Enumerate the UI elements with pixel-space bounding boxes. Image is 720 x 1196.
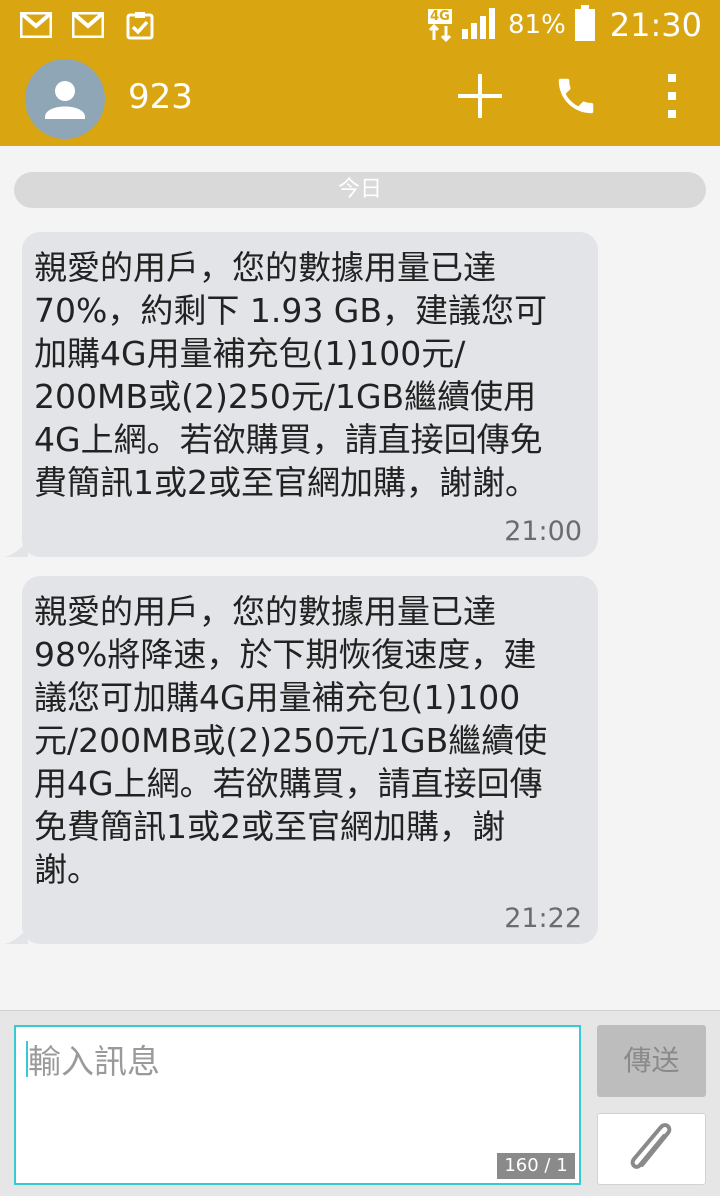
message-bubble[interactable]: 親愛的用戶，您的數據用量已達 70%，約剩下 1.93 GB，建議您可 加購4G… [4,232,598,557]
signal-icon [460,7,500,43]
bubble-tail [4,541,28,557]
more-vert-icon [666,72,678,124]
battery-icon [574,5,596,45]
system-status: 4G 81% 21:30 [428,4,702,46]
status-time: 21:30 [609,6,702,44]
message-input-placeholder: 輸入訊息 [28,1042,160,1081]
attach-button[interactable] [597,1113,706,1185]
paperclip-icon [622,1119,682,1179]
add-icon [455,71,505,125]
clipboard-check-icon [124,10,156,40]
gmail-icon [72,10,104,40]
battery-percent: 81% [507,10,566,40]
call-button[interactable] [548,70,604,126]
more-options-button[interactable] [644,70,700,126]
character-counter: 160 / 1 [497,1153,575,1179]
network-4g-icon: 4G [428,8,452,42]
message-input[interactable]: 輸入訊息 160 / 1 [14,1025,581,1185]
phone-icon [553,73,599,123]
message-bubble[interactable]: 親愛的用戶，您的數據用量已達 98%將降速，於下期恢復速度，建 議您可加購4G用… [4,576,598,944]
app-bar: 923 [0,50,720,146]
avatar-person-icon[interactable] [25,59,105,139]
notification-icons [20,10,156,40]
send-button[interactable]: 傳送 [597,1025,706,1097]
message-list[interactable]: 今日 親愛的用戶，您的數據用量已達 70%，約剩下 1.93 GB，建議您可 加… [0,146,720,1010]
message-text: 親愛的用戶，您的數據用量已達 98%將降速，於下期恢復速度，建 議您可加購4G用… [34,592,548,889]
message-text: 親愛的用戶，您的數據用量已達 70%，約剩下 1.93 GB，建議您可 加購4G… [34,248,548,502]
message-time: 21:22 [504,903,582,934]
add-button[interactable] [452,70,508,126]
status-bar: 4G 81% 21:30 [0,0,720,50]
date-divider: 今日 [14,172,706,208]
bubble-tail [4,928,28,944]
message-time: 21:00 [504,516,582,547]
gmail-icon [20,10,52,40]
network-type: 4G [428,8,452,24]
contact-name: 923 [128,77,193,117]
composer: 輸入訊息 160 / 1 傳送 [0,1010,720,1196]
